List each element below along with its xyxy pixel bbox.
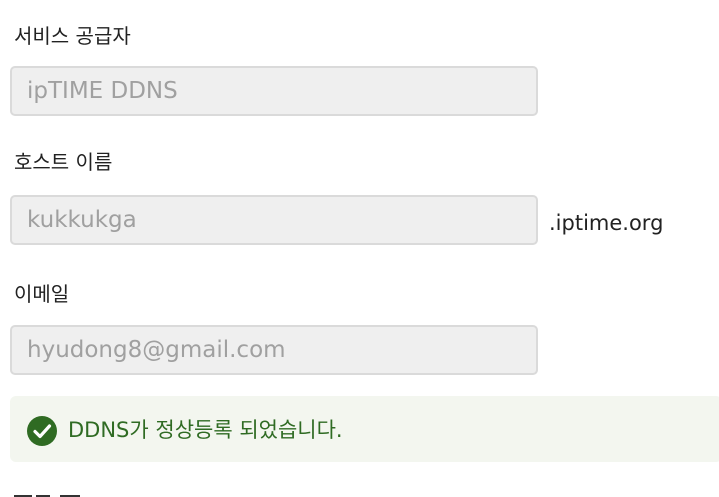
success-alert: DDNS가 정상등록 되었습니다. bbox=[10, 396, 719, 462]
success-message: DDNS가 정상등록 되었습니다. bbox=[68, 418, 343, 442]
check-circle-icon bbox=[27, 416, 57, 446]
hostname-input[interactable] bbox=[10, 195, 538, 245]
hostname-domain-suffix: .iptime.org bbox=[549, 211, 664, 235]
provider-input[interactable] bbox=[10, 66, 538, 116]
hostname-label: 호스트 이름 bbox=[14, 150, 113, 174]
next-field-label-cutoff bbox=[14, 484, 94, 497]
email-label: 이메일 bbox=[14, 282, 70, 306]
ddns-settings-form: 서비스 공급자 호스트 이름 .iptime.org 이메일 DDNS가 정상등… bbox=[0, 0, 719, 497]
email-input[interactable] bbox=[10, 325, 538, 375]
cutoff-text-fragment bbox=[14, 495, 80, 497]
provider-label: 서비스 공급자 bbox=[14, 24, 131, 48]
